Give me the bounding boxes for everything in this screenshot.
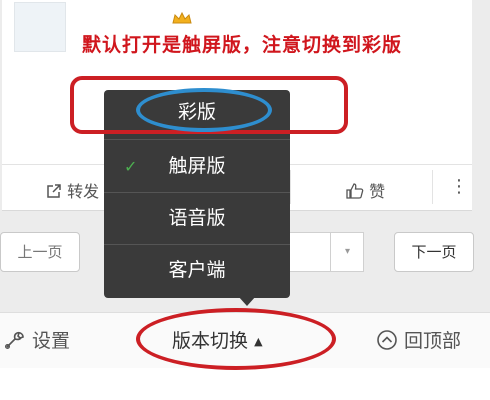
menu-item-client[interactable]: 客户端 xyxy=(104,244,290,296)
highlight-oval xyxy=(136,308,336,370)
circle-up-icon xyxy=(377,330,397,350)
avatar[interactable] xyxy=(14,2,66,52)
like-button[interactable]: 赞 xyxy=(346,178,385,202)
settings-label: 设置 xyxy=(32,330,71,352)
crown-icon xyxy=(172,12,192,24)
action-divider xyxy=(290,170,291,204)
like-label: 赞 xyxy=(369,182,386,201)
share-label: 转发 xyxy=(67,182,100,201)
prev-page-button[interactable]: 上一页 xyxy=(0,232,80,272)
action-divider xyxy=(432,170,433,204)
checkmark-icon: ✓ xyxy=(124,157,138,176)
settings-button[interactable]: 设置 xyxy=(4,326,70,353)
back-to-top-button[interactable]: 回顶部 xyxy=(376,326,461,353)
thumbs-up-icon xyxy=(346,183,364,199)
notice-text: 默认打开是触屏版，注意切换到彩版 xyxy=(82,34,403,56)
chevron-down-icon[interactable]: ▾ xyxy=(330,232,364,272)
focus-oval xyxy=(136,88,272,132)
wrench-icon xyxy=(5,331,24,349)
share-button[interactable]: 转发 xyxy=(46,178,99,202)
next-page-button[interactable]: 下一页 xyxy=(394,232,474,272)
back-to-top-label: 回顶部 xyxy=(404,330,462,352)
page-bottom xyxy=(0,368,490,400)
menu-item-voice-version[interactable]: 语音版 xyxy=(104,192,290,244)
menu-pointer xyxy=(238,296,256,306)
more-icon[interactable]: ⋮ xyxy=(450,176,468,197)
share-icon xyxy=(47,184,61,198)
